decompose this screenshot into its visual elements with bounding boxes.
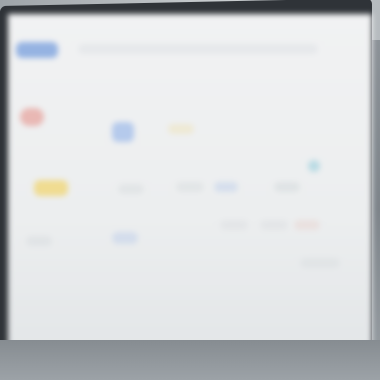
selection-marker-icon — [308, 160, 320, 172]
status-dot-icon — [20, 108, 44, 126]
category-marker — [34, 180, 68, 196]
row-item[interactable] — [214, 182, 238, 192]
row-item[interactable] — [26, 236, 52, 246]
highlight-chip — [168, 124, 194, 134]
desk-surface — [0, 340, 380, 380]
row-item[interactable] — [294, 220, 320, 230]
row-item[interactable] — [274, 182, 300, 192]
row-item[interactable] — [220, 220, 248, 230]
app-logo-icon[interactable] — [16, 42, 58, 58]
row-item[interactable] — [112, 232, 138, 244]
row-item[interactable] — [300, 258, 340, 268]
row-item[interactable] — [176, 182, 204, 192]
row-item[interactable] — [260, 220, 288, 230]
app-screen — [8, 14, 372, 350]
row-item[interactable] — [118, 184, 144, 194]
selected-cell[interactable] — [112, 122, 134, 142]
header-bar — [78, 44, 318, 54]
